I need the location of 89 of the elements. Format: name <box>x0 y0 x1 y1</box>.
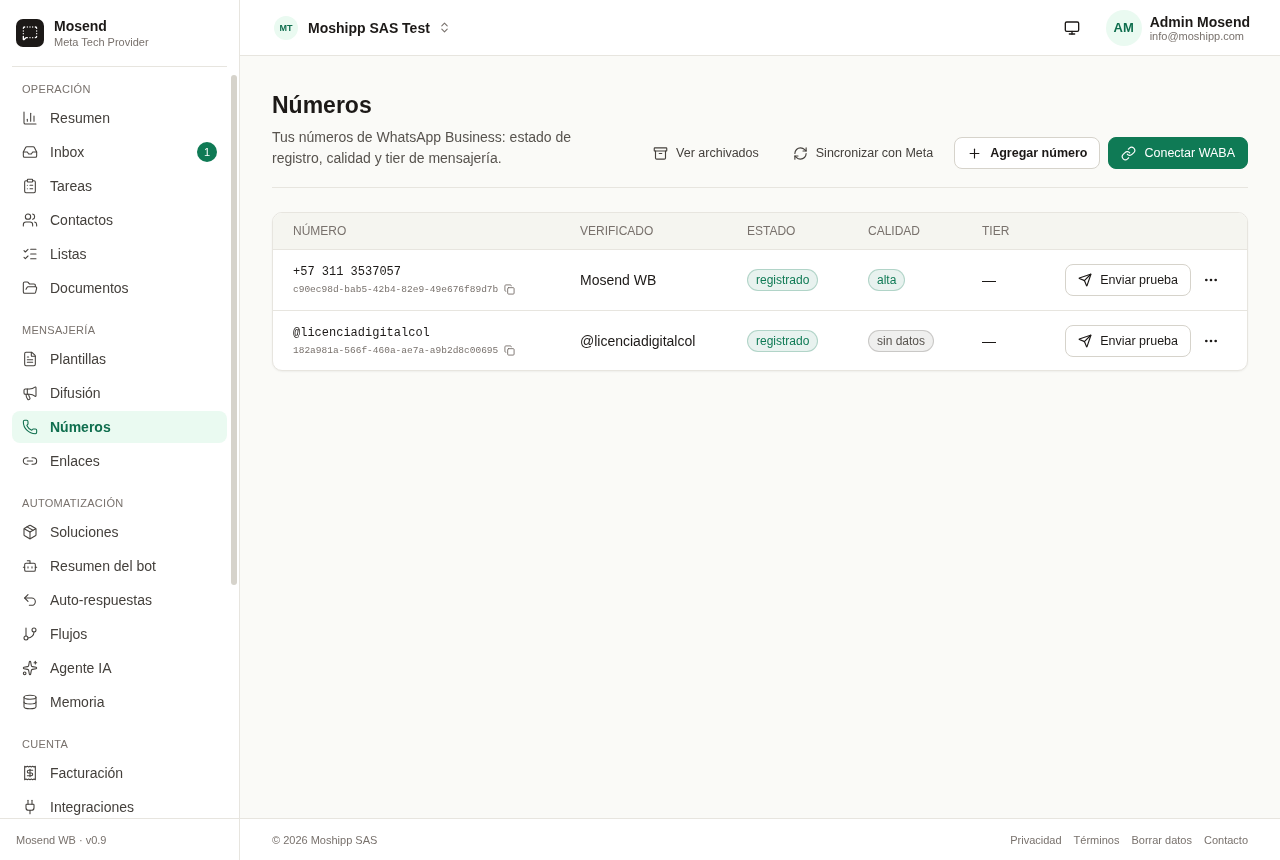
sidebar-item[interactable]: Memoria <box>12 686 227 718</box>
table-cell-text: — <box>982 272 997 288</box>
send-test-button[interactable]: Enviar prueba <box>1065 264 1191 296</box>
send-test-button[interactable]: Enviar prueba <box>1065 324 1191 357</box>
column-header: TIER <box>982 224 1011 238</box>
sidebar-item[interactable]: Integraciones <box>12 791 227 818</box>
phone-number: @licenciadigitalcol <box>293 325 431 340</box>
checklist-icon <box>22 246 38 262</box>
sidebar-item[interactable]: Tareas <box>12 170 227 202</box>
phone-number: +57 311 3537057 <box>293 265 403 279</box>
sidebar-item[interactable]: Contactos <box>12 204 227 236</box>
users-icon <box>22 212 38 228</box>
sidebar-item[interactable]: Enlaces <box>12 445 227 477</box>
page-description: Tus números de WhatsApp Business: estado de registro, calidad y tier de mensajería. <box>272 128 573 168</box>
sidebar-item[interactable]: Auto-respuestas <box>12 584 227 616</box>
user-email: info@moshipp.com <box>1149 29 1245 42</box>
box-icon <box>22 524 38 540</box>
sidebar-item[interactable]: Resumen <box>12 102 227 134</box>
phone-icon <box>22 419 38 435</box>
copyright: © 2026 Moshipp SAS <box>272 833 378 846</box>
folder-icon <box>22 280 38 296</box>
sidebar-item[interactable]: Difusión <box>12 377 227 409</box>
action-button[interactable]: Agregar número <box>954 137 1101 169</box>
version-label: Mosend WB · v0.9 <box>0 818 239 860</box>
monitor-icon[interactable] <box>1063 19 1080 36</box>
sidebar-item[interactable]: Agente IA <box>12 652 227 684</box>
quality-tag: sin datos <box>868 329 935 352</box>
count-badge: 1 <box>197 142 217 162</box>
archive-icon <box>653 145 669 161</box>
section-title: MENSAJERÍA <box>21 323 97 338</box>
user-name: Admin Mosend <box>1149 13 1250 30</box>
reply-icon <box>22 592 38 608</box>
table-cell-text: — <box>982 332 997 349</box>
sparkles-icon <box>22 660 38 676</box>
footer-link[interactable]: Contacto <box>1203 833 1248 846</box>
receipt-icon <box>22 765 38 781</box>
sidebar-item[interactable]: Inbox 1 <box>12 136 227 168</box>
sidebar-item[interactable]: Flujos <box>12 618 227 650</box>
footer-link[interactable]: Privacidad <box>1010 833 1062 846</box>
brand-name: Mosend <box>54 18 108 34</box>
quality-tag: alta <box>868 269 906 291</box>
plug-icon <box>22 799 38 815</box>
status-tag: registrado <box>747 329 819 352</box>
branch-icon <box>22 626 38 642</box>
column-header: ESTADO <box>747 224 797 238</box>
user-avatar: AM <box>1105 9 1142 46</box>
database-icon <box>22 694 38 710</box>
org-name[interactable]: Moshipp SAS Test <box>308 19 430 36</box>
column-header: VERIFICADO <box>580 224 655 238</box>
chart-icon <box>22 110 38 126</box>
refresh-icon <box>792 145 808 161</box>
document-icon <box>22 351 38 367</box>
org-avatar: MT <box>274 15 298 40</box>
clipboard-icon <box>22 178 38 194</box>
column-header: CALIDAD <box>868 224 921 238</box>
app-logo <box>16 19 44 47</box>
bot-icon <box>22 558 38 574</box>
column-header: NÚMERO <box>293 224 348 238</box>
scrollbar[interactable] <box>231 75 237 585</box>
table-cell-text: Mosend WB <box>580 272 658 288</box>
send-icon <box>1078 333 1093 348</box>
copy-icon[interactable] <box>504 344 516 356</box>
action-button[interactable]: Conectar WABA <box>1108 137 1248 169</box>
action-button[interactable]: Ver archivados <box>640 137 772 169</box>
status-tag: registrado <box>747 269 819 291</box>
sidebar-item[interactable]: Números <box>12 411 227 443</box>
table-cell-text: @licenciadigitalcol <box>580 332 697 349</box>
sidebar-item[interactable]: Plantillas <box>12 343 227 375</box>
section-title: OPERACIÓN <box>21 82 92 97</box>
send-icon <box>1078 273 1093 287</box>
footer-link[interactable]: Borrar datos <box>1131 833 1192 846</box>
page-title: Números <box>272 92 373 119</box>
brand-subtitle: Meta Tech Provider <box>54 36 149 48</box>
number-id: 182a981a-566f-460a-ae7a-a9b2d8c00695 <box>293 344 499 356</box>
sidebar-item[interactable]: Soluciones <box>12 516 227 548</box>
sidebar-item[interactable]: Facturación <box>12 757 227 789</box>
plus-icon <box>967 145 983 161</box>
action-button[interactable]: Sincronizar con Meta <box>779 137 947 169</box>
footer-link[interactable]: Términos <box>1073 833 1120 846</box>
megaphone-icon <box>22 385 38 401</box>
sidebar-item[interactable]: Documentos <box>12 272 227 304</box>
number-id: c90ec98d-bab5-42b4-82e9-49e676f89d7b <box>293 284 499 295</box>
section-title: CUENTA <box>21 737 70 752</box>
inbox-icon <box>22 144 38 160</box>
sidebar-item[interactable]: Listas <box>12 238 227 270</box>
link-icon <box>1121 145 1137 161</box>
sidebar-item[interactable]: Resumen del bot <box>12 550 227 582</box>
copy-icon[interactable] <box>504 284 516 295</box>
section-title: AUTOMATIZACIÓN <box>21 496 125 511</box>
